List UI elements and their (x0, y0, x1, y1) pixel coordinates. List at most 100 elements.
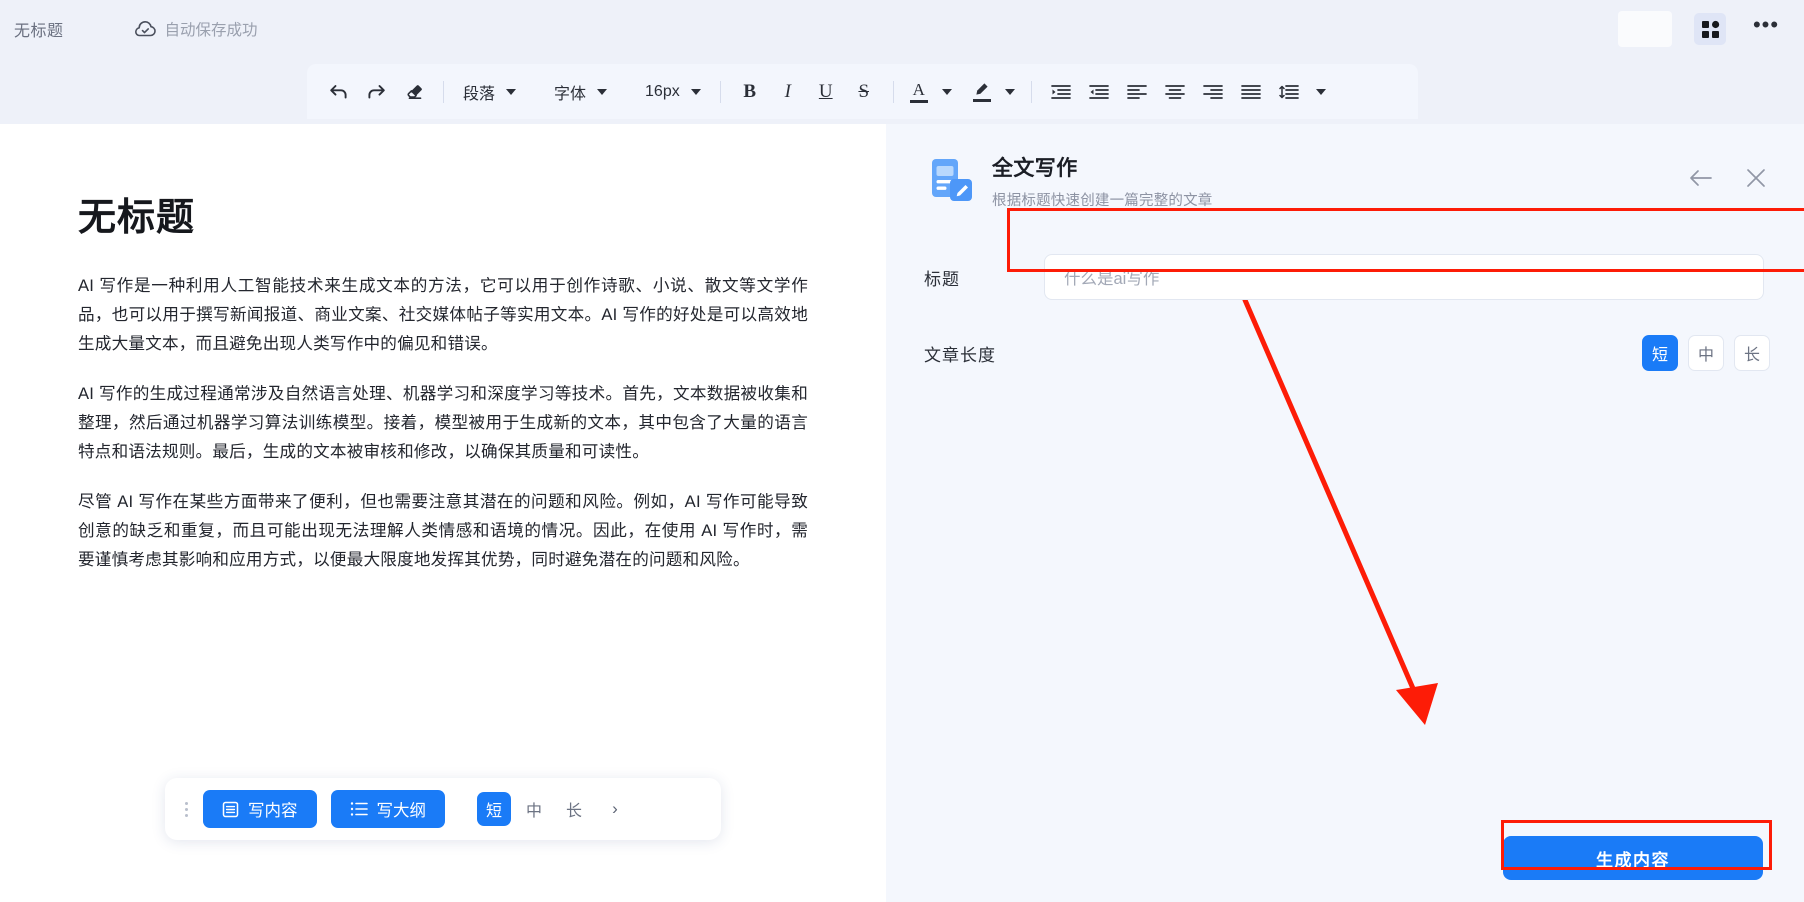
text-color-button[interactable]: A (904, 73, 934, 111)
panel-title: 全文写作 (992, 157, 1078, 180)
length-option-long[interactable]: 长 (1734, 335, 1770, 371)
document-paragraph[interactable]: 尽管 AI 写作在某些方面带来了便利，但也需要注意其潜在的问题和风险。例如，AI… (78, 487, 808, 574)
write-outline-button[interactable]: 写大纲 (330, 790, 445, 828)
apps-grid-button[interactable] (1694, 13, 1726, 45)
chevron-down-icon (1315, 88, 1326, 95)
indent-decrease-icon (1088, 84, 1109, 100)
align-left-icon (1126, 84, 1147, 100)
toolbar-divider (892, 80, 894, 103)
write-content-label: 写内容 (248, 802, 298, 820)
highlight-color-swatch (972, 98, 991, 102)
float-length-segmented-control: 短 中 长 (477, 792, 591, 826)
panel-close-button[interactable] (1742, 164, 1770, 192)
undo-button[interactable] (319, 73, 357, 111)
close-x-icon (1746, 168, 1766, 188)
list-icon (350, 801, 368, 817)
align-center-button[interactable] (1156, 73, 1194, 111)
panel-header: 全文写作 根据标题快速创建一篇完整的文章 (886, 124, 1804, 210)
write-content-button[interactable]: 写内容 (203, 790, 317, 828)
write-outline-label: 写大纲 (376, 802, 427, 820)
length-option-medium[interactable]: 中 (1688, 335, 1724, 371)
undo-arrow-icon (329, 83, 348, 100)
text-color-control[interactable]: A (904, 73, 958, 111)
length-field-row: 文章长度 短 中 长 (886, 335, 1804, 371)
align-right-button[interactable] (1194, 73, 1232, 111)
indent-decrease-button[interactable] (1080, 73, 1118, 111)
panel-subtitle: 根据标题快速创建一篇完整的文章 (992, 193, 1213, 209)
chevron-down-icon (941, 88, 952, 95)
panel-title-group: 全文写作 根据标题快速创建一篇完整的文章 (992, 152, 1687, 210)
float-next-button[interactable]: › (603, 799, 627, 819)
drag-dot (184, 807, 188, 811)
format-toolbar-wrapper: 段落 字体 16px B I U S A (0, 58, 1804, 124)
line-spacing-icon (1278, 84, 1299, 100)
ai-floating-toolbar: 写内容 写大纲 短 中 长 › (165, 778, 721, 840)
document-paragraph[interactable]: AI 写作的生成过程通常涉及自然语言处理、机器学习和深度学习等技术。首先，文本数… (78, 379, 808, 466)
chevron-down-icon (690, 88, 701, 95)
paragraph-style-label: 段落 (463, 85, 496, 103)
highlight-button[interactable] (967, 73, 997, 111)
align-left-button[interactable] (1118, 73, 1156, 111)
indent-increase-icon (1050, 84, 1071, 100)
document-heading[interactable]: 无标题 (78, 186, 808, 241)
document-paragraph[interactable]: AI 写作是一种利用人工智能技术来生成文本的方法，它可以用于创作诗歌、小说、散文… (78, 271, 808, 358)
cloud-check-icon (134, 21, 156, 37)
doc-pencil-icon (924, 155, 976, 207)
toolbar-divider (719, 80, 721, 103)
chevron-down-icon (597, 88, 608, 95)
generate-content-button[interactable]: 生成内容 (1503, 836, 1763, 880)
strikethrough-button[interactable]: S (845, 73, 883, 111)
text-color-letter: A (912, 79, 925, 99)
bold-button[interactable]: B (731, 73, 769, 111)
panel-back-button[interactable] (1687, 164, 1715, 192)
indent-increase-button[interactable] (1042, 73, 1080, 111)
underline-button[interactable]: U (807, 73, 845, 111)
document-icon (222, 801, 239, 818)
toolbar-divider (1030, 80, 1032, 103)
arrow-left-icon (1689, 169, 1713, 187)
title-field-row: 标题 什么是ai写作 (886, 254, 1804, 300)
more-options-button[interactable]: ••• (1752, 11, 1780, 47)
align-justify-button[interactable] (1232, 73, 1270, 111)
panel-header-actions (1687, 164, 1770, 192)
drag-dots-handle[interactable] (175, 792, 197, 826)
redo-arrow-icon (367, 83, 386, 100)
chevron-down-icon (1004, 88, 1015, 95)
length-option-short[interactable]: 短 (1642, 335, 1678, 371)
text-color-dropdown[interactable] (936, 73, 958, 111)
text-color-swatch (909, 99, 928, 103)
top-bar: 无标题 自动保存成功 ••• (0, 0, 1804, 58)
drag-dot (184, 813, 188, 817)
clear-format-button[interactable] (395, 73, 433, 111)
autosave-text: 自动保存成功 (164, 22, 258, 39)
clear-format-eraser-icon (405, 83, 424, 101)
align-center-icon (1164, 84, 1185, 100)
document-body[interactable]: 无标题 AI 写作是一种利用人工智能技术来生成文本的方法，它可以用于创作诗歌、小… (0, 124, 886, 574)
font-size-select[interactable]: 16px (636, 74, 710, 110)
highlight-color-dropdown[interactable] (999, 73, 1021, 111)
length-field-label: 文章长度 (924, 345, 996, 365)
paragraph-style-select[interactable]: 段落 (454, 74, 525, 110)
font-family-select[interactable]: 字体 (545, 74, 616, 110)
float-length-option-medium[interactable]: 中 (517, 792, 551, 826)
float-length-option-long[interactable]: 长 (557, 792, 591, 826)
italic-button[interactable]: I (769, 73, 807, 111)
align-justify-icon (1240, 84, 1261, 100)
font-size-label: 16px (645, 82, 680, 100)
highlighter-pen-icon (973, 82, 990, 98)
toolbar-divider (443, 80, 444, 103)
float-length-option-short[interactable]: 短 (477, 792, 511, 826)
chevron-down-icon (506, 88, 517, 95)
font-family-label: 字体 (554, 85, 587, 103)
align-right-icon (1202, 84, 1223, 100)
title-field-label: 标题 (924, 269, 960, 289)
avatar-placeholder[interactable] (1618, 11, 1672, 47)
title-input[interactable]: 什么是ai写作 (1044, 254, 1764, 300)
ai-writing-panel: 全文写作 根据标题快速创建一篇完整的文章 标题 什么是ai写作 文章长度 短 中… (886, 124, 1804, 902)
document-title-label[interactable]: 无标题 (14, 17, 64, 41)
highlight-color-control[interactable] (967, 73, 1021, 111)
line-spacing-dropdown[interactable] (1308, 73, 1334, 111)
drag-dot (184, 801, 188, 805)
redo-button[interactable] (357, 73, 395, 111)
line-spacing-button[interactable] (1270, 73, 1308, 111)
